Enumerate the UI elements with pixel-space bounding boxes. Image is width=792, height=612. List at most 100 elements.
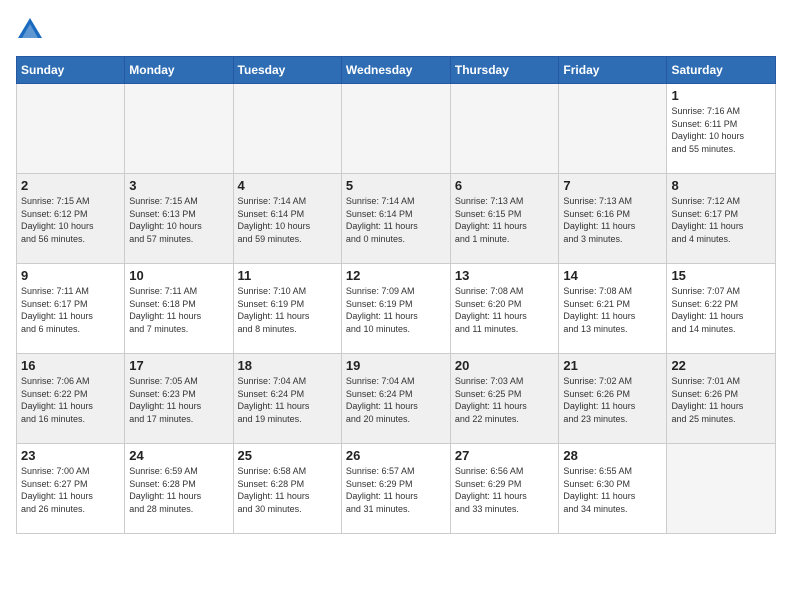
day-number: 27: [455, 448, 555, 463]
day-number: 4: [238, 178, 337, 193]
calendar-cell: 27 Sunrise: 6:56 AM Sunset: 6:29 PM Dayli…: [450, 444, 559, 534]
weekday-header-row: SundayMondayTuesdayWednesdayThursdayFrid…: [17, 57, 776, 84]
day-info: Sunrise: 7:08 AM Sunset: 6:21 PM Dayligh…: [563, 285, 662, 335]
calendar-cell: [125, 84, 233, 174]
day-info: Sunrise: 7:14 AM Sunset: 6:14 PM Dayligh…: [346, 195, 446, 245]
day-info: Sunrise: 7:01 AM Sunset: 6:26 PM Dayligh…: [671, 375, 771, 425]
day-number: 8: [671, 178, 771, 193]
day-info: Sunrise: 7:12 AM Sunset: 6:17 PM Dayligh…: [671, 195, 771, 245]
calendar-cell: 2Sunrise: 7:15 AM Sunset: 6:12 PM Daylig…: [17, 174, 125, 264]
day-number: 18: [238, 358, 337, 373]
day-info: Sunrise: 7:16 AM Sunset: 6:11 PM Dayligh…: [671, 105, 771, 155]
weekday-header-friday: Friday: [559, 57, 667, 84]
day-number: 5: [346, 178, 446, 193]
day-number: 25: [238, 448, 337, 463]
calendar-cell: [233, 84, 341, 174]
calendar-cell: 4 Sunrise: 7:14 AM Sunset: 6:14 PM Daylig…: [233, 174, 341, 264]
day-number: 16: [21, 358, 120, 373]
day-number: 23: [21, 448, 120, 463]
calendar-cell: 7 Sunrise: 7:13 AM Sunset: 6:16 PM Daylig…: [559, 174, 667, 264]
calendar-cell: 9 Sunrise: 7:11 AM Sunset: 6:17 PM Daylig…: [17, 264, 125, 354]
day-number: 14: [563, 268, 662, 283]
calendar-cell: 18 Sunrise: 7:04 AM Sunset: 6:24 PM Dayli…: [233, 354, 341, 444]
logo: [16, 16, 48, 44]
day-info: Sunrise: 6:58 AM Sunset: 6:28 PM Dayligh…: [238, 465, 337, 515]
logo-icon: [16, 16, 44, 44]
day-info: Sunrise: 6:59 AM Sunset: 6:28 PM Dayligh…: [129, 465, 228, 515]
day-info: Sunrise: 7:00 AM Sunset: 6:27 PM Dayligh…: [21, 465, 120, 515]
calendar-cell: 17Sunrise: 7:05 AM Sunset: 6:23 PM Dayli…: [125, 354, 233, 444]
calendar-cell: 11 Sunrise: 7:10 AM Sunset: 6:19 PM Dayli…: [233, 264, 341, 354]
day-info: Sunrise: 7:03 AM Sunset: 6:25 PM Dayligh…: [455, 375, 555, 425]
weekday-header-tuesday: Tuesday: [233, 57, 341, 84]
day-number: 9: [21, 268, 120, 283]
day-info: Sunrise: 7:02 AM Sunset: 6:26 PM Dayligh…: [563, 375, 662, 425]
calendar-cell: 5 Sunrise: 7:14 AM Sunset: 6:14 PM Daylig…: [341, 174, 450, 264]
day-info: Sunrise: 7:11 AM Sunset: 6:18 PM Dayligh…: [129, 285, 228, 335]
calendar-cell: [667, 444, 776, 534]
day-info: Sunrise: 7:14 AM Sunset: 6:14 PM Dayligh…: [238, 195, 337, 245]
day-info: Sunrise: 6:57 AM Sunset: 6:29 PM Dayligh…: [346, 465, 446, 515]
day-info: Sunrise: 7:10 AM Sunset: 6:19 PM Dayligh…: [238, 285, 337, 335]
day-info: Sunrise: 7:06 AM Sunset: 6:22 PM Dayligh…: [21, 375, 120, 425]
day-info: Sunrise: 7:07 AM Sunset: 6:22 PM Dayligh…: [671, 285, 771, 335]
calendar-cell: 8 Sunrise: 7:12 AM Sunset: 6:17 PM Daylig…: [667, 174, 776, 264]
calendar-cell: 13 Sunrise: 7:08 AM Sunset: 6:20 PM Dayli…: [450, 264, 559, 354]
day-number: 11: [238, 268, 337, 283]
calendar-cell: [450, 84, 559, 174]
day-info: Sunrise: 7:13 AM Sunset: 6:16 PM Dayligh…: [563, 195, 662, 245]
page-header: [16, 16, 776, 44]
weekday-header-sunday: Sunday: [17, 57, 125, 84]
day-info: Sunrise: 7:04 AM Sunset: 6:24 PM Dayligh…: [346, 375, 446, 425]
week-row-4: 16 Sunrise: 7:06 AM Sunset: 6:22 PM Dayli…: [17, 354, 776, 444]
day-number: 7: [563, 178, 662, 193]
calendar-cell: 6 Sunrise: 7:13 AM Sunset: 6:15 PM Daylig…: [450, 174, 559, 264]
calendar-cell: [559, 84, 667, 174]
calendar-cell: 19 Sunrise: 7:04 AM Sunset: 6:24 PM Dayli…: [341, 354, 450, 444]
day-number: 10: [129, 268, 228, 283]
week-row-1: 1 Sunrise: 7:16 AM Sunset: 6:11 PM Daylig…: [17, 84, 776, 174]
day-number: 6: [455, 178, 555, 193]
day-number: 2: [21, 178, 120, 193]
day-info: Sunrise: 6:56 AM Sunset: 6:29 PM Dayligh…: [455, 465, 555, 515]
day-number: 22: [671, 358, 771, 373]
calendar-cell: 10 Sunrise: 7:11 AM Sunset: 6:18 PM Dayli…: [125, 264, 233, 354]
day-info: Sunrise: 7:11 AM Sunset: 6:17 PM Dayligh…: [21, 285, 120, 335]
day-info: Sunrise: 7:15 AM Sunset: 6:13 PM Dayligh…: [129, 195, 228, 245]
weekday-header-saturday: Saturday: [667, 57, 776, 84]
calendar-cell: 22 Sunrise: 7:01 AM Sunset: 6:26 PM Dayli…: [667, 354, 776, 444]
calendar-cell: 21 Sunrise: 7:02 AM Sunset: 6:26 PM Dayli…: [559, 354, 667, 444]
day-info: Sunrise: 7:05 AM Sunset: 6:23 PM Dayligh…: [129, 375, 228, 425]
weekday-header-monday: Monday: [125, 57, 233, 84]
day-number: 21: [563, 358, 662, 373]
calendar-cell: 25 Sunrise: 6:58 AM Sunset: 6:28 PM Dayli…: [233, 444, 341, 534]
calendar-table: SundayMondayTuesdayWednesdayThursdayFrid…: [16, 56, 776, 534]
calendar-cell: 26 Sunrise: 6:57 AM Sunset: 6:29 PM Dayli…: [341, 444, 450, 534]
day-number: 12: [346, 268, 446, 283]
weekday-header-thursday: Thursday: [450, 57, 559, 84]
week-row-3: 9 Sunrise: 7:11 AM Sunset: 6:17 PM Daylig…: [17, 264, 776, 354]
calendar-cell: 24Sunrise: 6:59 AM Sunset: 6:28 PM Dayli…: [125, 444, 233, 534]
calendar-cell: 15Sunrise: 7:07 AM Sunset: 6:22 PM Dayli…: [667, 264, 776, 354]
day-info: Sunrise: 7:04 AM Sunset: 6:24 PM Dayligh…: [238, 375, 337, 425]
day-number: 26: [346, 448, 446, 463]
day-number: 20: [455, 358, 555, 373]
day-info: Sunrise: 7:13 AM Sunset: 6:15 PM Dayligh…: [455, 195, 555, 245]
calendar-cell: 3Sunrise: 7:15 AM Sunset: 6:13 PM Daylig…: [125, 174, 233, 264]
calendar-cell: 14 Sunrise: 7:08 AM Sunset: 6:21 PM Dayli…: [559, 264, 667, 354]
calendar-cell: [17, 84, 125, 174]
day-info: Sunrise: 7:08 AM Sunset: 6:20 PM Dayligh…: [455, 285, 555, 335]
day-info: Sunrise: 6:55 AM Sunset: 6:30 PM Dayligh…: [563, 465, 662, 515]
day-number: 1: [671, 88, 771, 103]
calendar-cell: 1 Sunrise: 7:16 AM Sunset: 6:11 PM Daylig…: [667, 84, 776, 174]
day-number: 19: [346, 358, 446, 373]
calendar-cell: [341, 84, 450, 174]
calendar-cell: 20 Sunrise: 7:03 AM Sunset: 6:25 PM Dayli…: [450, 354, 559, 444]
day-number: 13: [455, 268, 555, 283]
calendar-cell: 12 Sunrise: 7:09 AM Sunset: 6:19 PM Dayli…: [341, 264, 450, 354]
day-info: Sunrise: 7:09 AM Sunset: 6:19 PM Dayligh…: [346, 285, 446, 335]
day-number: 28: [563, 448, 662, 463]
week-row-5: 23 Sunrise: 7:00 AM Sunset: 6:27 PM Dayli…: [17, 444, 776, 534]
calendar-cell: 28 Sunrise: 6:55 AM Sunset: 6:30 PM Dayli…: [559, 444, 667, 534]
calendar-cell: 16 Sunrise: 7:06 AM Sunset: 6:22 PM Dayli…: [17, 354, 125, 444]
